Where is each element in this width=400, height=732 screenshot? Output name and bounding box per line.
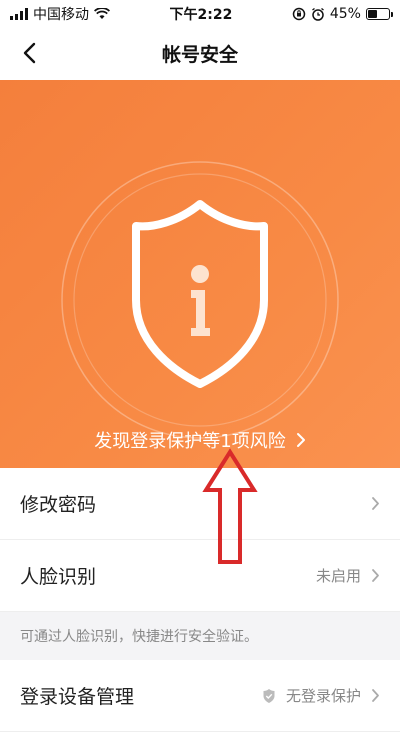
shield-info-icon: [61, 161, 339, 439]
face-recognition-label: 人脸识别: [20, 566, 97, 588]
status-bar: 中国移动 下午2:22 45%: [0, 0, 400, 28]
face-recognition-hint: 可通过人脸识别，快捷进行安全验证。: [0, 612, 400, 660]
signal-icon: [10, 8, 28, 20]
device-management-label: 登录设备管理: [20, 686, 135, 708]
risk-warning-text: 发现登录保护等1项风险: [94, 431, 286, 452]
back-button[interactable]: [14, 38, 44, 68]
battery-percent: 45%: [329, 6, 361, 22]
page-title: 帐号安全: [161, 43, 238, 66]
alarm-icon: [311, 7, 324, 21]
face-recognition-row[interactable]: 人脸识别 未启用: [0, 540, 400, 612]
chevron-left-icon: [23, 42, 36, 64]
status-time: 下午2:22: [169, 7, 233, 23]
shield-check-icon: [262, 688, 276, 704]
orientation-lock-icon: [292, 7, 306, 21]
carrier-name: 中国移动: [33, 7, 89, 23]
settings-list: 修改密码 人脸识别 未启用 可通过人脸识别，快捷进行安全验证。 登录设备管理 无…: [0, 468, 400, 732]
nav-bar: 帐号安全: [0, 28, 400, 78]
device-management-status: 无登录保护: [285, 687, 361, 705]
device-management-row[interactable]: 登录设备管理 无登录保护: [0, 660, 400, 732]
chevron-right-icon: [372, 497, 379, 510]
risk-warning-link[interactable]: 发现登录保护等1项风险: [0, 420, 400, 460]
change-password-row[interactable]: 修改密码: [0, 468, 400, 540]
chevron-right-icon: [372, 569, 379, 582]
wifi-icon: [94, 8, 110, 19]
change-password-label: 修改密码: [20, 494, 97, 516]
battery-icon: [365, 8, 393, 20]
face-recognition-status: 未启用: [315, 567, 361, 585]
security-hero: 发现登录保护等1项风险: [0, 80, 400, 468]
chevron-right-icon: [372, 689, 379, 702]
chevron-right-icon: [296, 433, 305, 447]
